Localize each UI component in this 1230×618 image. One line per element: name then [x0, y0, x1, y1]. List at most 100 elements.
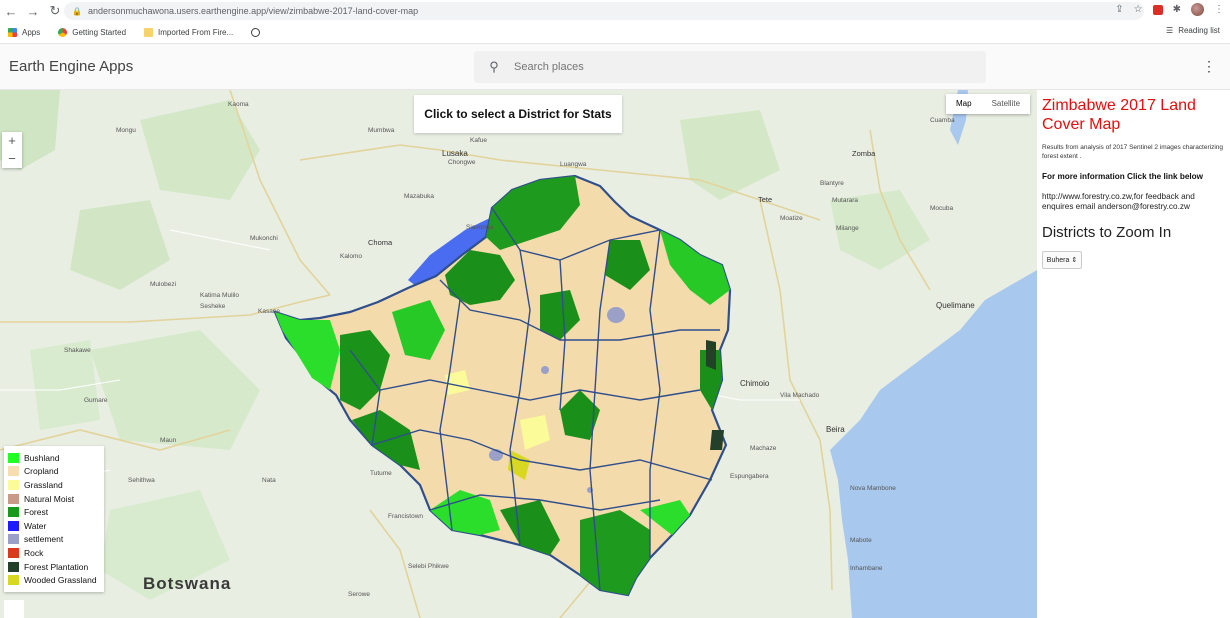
svg-text:Gumare: Gumare: [84, 397, 108, 404]
legend-label: Wooded Grassland: [24, 575, 97, 586]
panel-title: Zimbabwe 2017 Land Cover Map: [1042, 97, 1196, 133]
legend-label: Rock: [24, 547, 44, 558]
app-title: Earth Engine Apps: [9, 58, 134, 75]
svg-text:Mocuba: Mocuba: [930, 205, 954, 212]
select-district-button[interactable]: Click to select a District for Stats: [414, 95, 622, 133]
legend-label: Grassland: [24, 479, 63, 490]
bookmarks-bar: Apps Getting Started Imported From Fire.…: [0, 22, 1230, 42]
svg-text:Kafue: Kafue: [470, 137, 487, 144]
reading-list-icon: ☰: [1166, 26, 1174, 35]
legend-item: settlement: [8, 533, 100, 547]
bookmark-getting-started[interactable]: Getting Started: [58, 27, 127, 37]
zoom-out-button[interactable]: −: [2, 150, 22, 168]
map-type-control: Map Satellite: [946, 94, 1031, 114]
map-type-map[interactable]: Map: [946, 94, 982, 114]
panel-subtitle: Results from analysis of 2017 Sentinel 2…: [1042, 144, 1224, 160]
forward-arrow-icon[interactable]: →: [22, 0, 44, 22]
search-input[interactable]: [514, 61, 954, 73]
address-bar[interactable]: 🔒 andersonmuchawona.users.earthengine.ap…: [64, 2, 1144, 20]
legend-label: Water: [24, 520, 47, 531]
bookmark-globe[interactable]: [251, 27, 265, 37]
svg-text:Katima Mulilo: Katima Mulilo: [200, 292, 239, 299]
land-cover-legend: Bushland Cropland Grassland Natural Moist Fo…: [4, 446, 104, 592]
profile-avatar[interactable]: [1191, 3, 1204, 16]
lock-icon: 🔒: [72, 6, 82, 16]
legend-label: Natural Moist: [24, 493, 75, 504]
legend-swatch: [8, 507, 19, 518]
bookmark-label: Getting Started: [72, 27, 127, 37]
globe-icon: [251, 27, 261, 37]
more-options-icon[interactable]: ⋮: [1202, 58, 1216, 75]
info-panel: Zimbabwe 2017 Land Cover Map Results fro…: [1037, 90, 1230, 618]
address-url: andersonmuchawona.users.earthengine.app/…: [87, 6, 419, 16]
legend-item: Rock: [8, 546, 100, 560]
bookmark-apps[interactable]: Apps: [8, 27, 40, 37]
svg-text:Mukonchi: Mukonchi: [250, 235, 278, 242]
legend-item: Forest: [8, 505, 100, 519]
browser-actions: ⇪ ☆ ✱ ⋮: [1115, 3, 1224, 16]
svg-text:Sehithwa: Sehithwa: [128, 477, 155, 484]
star-icon[interactable]: ☆: [1134, 4, 1143, 15]
reading-list[interactable]: ☰ Reading list: [1166, 26, 1220, 35]
legend-swatch: [8, 534, 19, 545]
zoom-control: + −: [2, 132, 22, 168]
svg-text:Inhambane: Inhambane: [850, 565, 883, 572]
svg-text:Mutarara: Mutarara: [832, 197, 858, 204]
more-info-label: For more information Click the link belo…: [1042, 172, 1204, 181]
legend-item: Grassland: [8, 478, 100, 492]
map-corner-control[interactable]: [4, 600, 24, 618]
svg-text:Shakawe: Shakawe: [64, 347, 91, 354]
svg-text:Mulobezi: Mulobezi: [150, 281, 176, 288]
legend-label: Bushland: [24, 452, 60, 463]
svg-text:Luangwa: Luangwa: [560, 161, 587, 168]
svg-text:Kaoma: Kaoma: [228, 101, 249, 108]
svg-text:Choma: Choma: [368, 238, 393, 247]
back-arrow-icon[interactable]: ←: [0, 0, 22, 22]
svg-text:Selebi Phikwe: Selebi Phikwe: [408, 563, 449, 570]
legend-label: settlement: [24, 534, 64, 545]
svg-text:Quelimane: Quelimane: [936, 301, 975, 310]
svg-text:Tete: Tete: [758, 195, 772, 204]
reload-icon[interactable]: ↻: [44, 0, 66, 22]
folder-icon: [144, 27, 154, 37]
svg-text:Cuamba: Cuamba: [930, 117, 955, 124]
bookmark-imported[interactable]: Imported From Fire...: [144, 27, 233, 37]
puzzle-icon[interactable]: ✱: [1173, 4, 1181, 15]
map-canvas[interactable]: Lusaka Chongwe Mazabuka Siavonga Choma K…: [0, 90, 1037, 618]
app-header: Earth Engine Apps ⚲ ⋮: [0, 44, 1230, 90]
svg-text:Francistown: Francistown: [388, 513, 423, 520]
svg-text:Maun: Maun: [160, 437, 177, 444]
extension-icon[interactable]: [1152, 4, 1163, 15]
legend-item: Wooded Grassland: [8, 573, 100, 587]
zoom-in-button[interactable]: +: [2, 132, 22, 150]
district-select-value: Buhera: [1046, 256, 1070, 264]
svg-text:Kasane: Kasane: [258, 308, 280, 315]
svg-text:Machaze: Machaze: [750, 445, 777, 452]
share-icon[interactable]: ⇪: [1115, 4, 1123, 15]
contact-link[interactable]: http://www.forestry.co.zw,for feedback a…: [1042, 192, 1225, 212]
legend-swatch: [8, 479, 19, 490]
svg-text:Lusaka: Lusaka: [442, 149, 468, 158]
svg-text:Beira: Beira: [826, 425, 845, 434]
map-type-satellite[interactable]: Satellite: [982, 94, 1030, 114]
chrome-icon: [58, 27, 68, 37]
legend-label: Cropland: [24, 466, 59, 477]
district-select[interactable]: Buhera ⇕: [1042, 251, 1082, 269]
svg-text:Vila Machado: Vila Machado: [780, 392, 820, 399]
legend-label: Forest Plantation: [24, 561, 89, 572]
legend-swatch: [8, 561, 19, 572]
svg-text:Blantyre: Blantyre: [820, 180, 844, 187]
districts-heading: Districts to Zoom In: [1042, 224, 1172, 241]
svg-text:Mazabuka: Mazabuka: [404, 193, 434, 200]
legend-swatch: [8, 520, 19, 531]
svg-text:Serowe: Serowe: [348, 591, 370, 598]
legend-label: Forest: [24, 507, 49, 518]
svg-text:Kalomo: Kalomo: [340, 253, 362, 260]
search-box[interactable]: ⚲: [474, 51, 986, 83]
search-icon: ⚲: [489, 59, 499, 74]
svg-text:Nata: Nata: [262, 477, 276, 484]
menu-icon[interactable]: ⋮: [1214, 4, 1224, 15]
legend-item: Natural Moist: [8, 492, 100, 506]
svg-text:Moatize: Moatize: [780, 215, 803, 222]
country-label: Botswana: [143, 574, 232, 593]
